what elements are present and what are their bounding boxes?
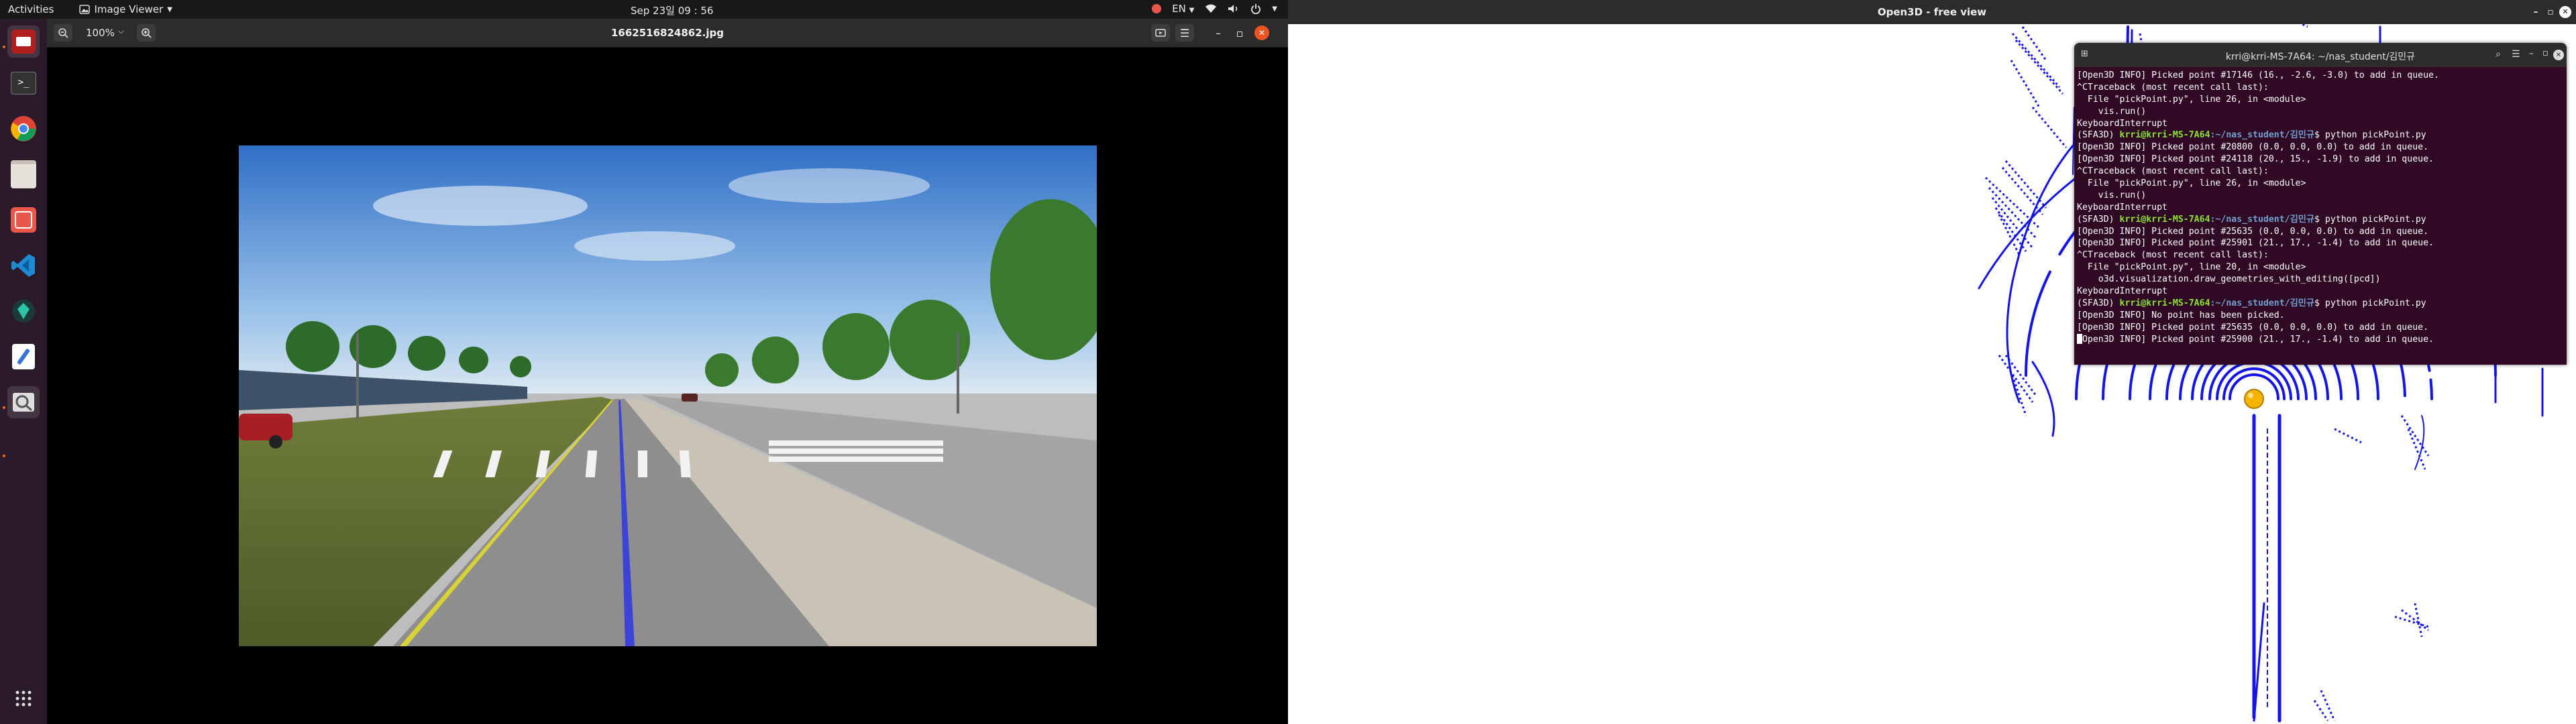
text-editor-icon[interactable] bbox=[7, 341, 40, 373]
terminal-line: (SFA3D) krri@krri-MS-7A64:~/nas_student/… bbox=[2077, 298, 2565, 310]
app-menu-label: Image Viewer bbox=[94, 3, 164, 15]
search-icon[interactable]: ⌕ bbox=[2496, 49, 2501, 60]
window-title: Open3D - free view bbox=[1877, 6, 1987, 18]
show-apps-icon[interactable] bbox=[7, 682, 40, 715]
terminal-line: [Open3D INFO] Picked point #25635 (0.0, … bbox=[2077, 322, 2429, 333]
software-icon[interactable] bbox=[7, 204, 40, 236]
terminal-cursor bbox=[2077, 333, 2082, 344]
terminal-line: File "pickPoint.py", line 26, in <module… bbox=[2077, 178, 2306, 189]
record-icon[interactable] bbox=[1152, 4, 1162, 13]
close-icon: ✕ bbox=[1258, 28, 1266, 38]
vscode-icon[interactable] bbox=[7, 249, 40, 282]
file-name: 1662516824862.jpg bbox=[611, 27, 724, 39]
terminal-line: KeyboardInterrupt bbox=[2077, 118, 2167, 129]
open3d-title-bar[interactable]: Open3D - free view – ▫ ✕ bbox=[1288, 0, 2576, 24]
maximize-button[interactable]: ▫ bbox=[2542, 4, 2559, 20]
terminal-line: KeyboardInterrupt bbox=[2077, 286, 2167, 297]
prompt-env: (SFA3D) bbox=[2077, 130, 2120, 141]
menu-button[interactable]: ☰ bbox=[1175, 24, 1194, 42]
maximize-button[interactable]: ▫ bbox=[2542, 48, 2548, 58]
slideshow-button[interactable] bbox=[1151, 24, 1170, 42]
image-viewer-window: 100% ⌵ 1662516824862.jpg ☰ – ▫ ✕ bbox=[47, 19, 1288, 724]
terminal-line: [Open3D INFO] Picked point #24118 (20., … bbox=[2077, 154, 2434, 165]
language-label: EN bbox=[1172, 3, 1186, 15]
dock: >_ bbox=[0, 19, 48, 724]
image-viewer-icon bbox=[79, 5, 91, 14]
terminal-line: ^CTraceback (most recent call last): bbox=[2077, 250, 2269, 261]
terminal-icon[interactable]: >_ bbox=[7, 67, 40, 99]
prompt-path: :~/nas_student/김민규 bbox=[2210, 214, 2315, 225]
terminal-window[interactable]: ⊞ krri@krri-MS-7A64: ~/nas_student/김민규 ⌕… bbox=[2074, 43, 2567, 365]
terminal-line: (SFA3D) krri@krri-MS-7A64:~/nas_student/… bbox=[2077, 129, 2565, 141]
prompt-user: krri@krri-MS-7A64 bbox=[2119, 298, 2210, 308]
terminal-output[interactable]: [Open3D INFO] Picked point #17146 (16., … bbox=[2077, 70, 2565, 362]
close-button[interactable]: ✕ bbox=[2557, 4, 2573, 20]
prompt-cmd: $ python pickPoint.py bbox=[2314, 298, 2426, 308]
terminal-title: krri@krri-MS-7A64: ~/nas_student/김민규 bbox=[2225, 52, 2416, 62]
terminal-line: ^CTraceback (most recent call last): bbox=[2077, 82, 2269, 93]
terminal-line: vis.run() bbox=[2077, 106, 2147, 117]
prompt-path: :~/nas_student/김민규 bbox=[2210, 298, 2315, 308]
terminal-line: [Open3D INFO] No point has been picked. bbox=[2077, 310, 2285, 320]
language-indicator[interactable]: EN ▼ bbox=[1172, 3, 1194, 15]
maximize-button[interactable]: ▫ bbox=[1230, 24, 1249, 42]
terminal-line: KeyboardInterrupt bbox=[2077, 202, 2167, 213]
terminal-header[interactable]: ⊞ krri@krri-MS-7A64: ~/nas_student/김민규 ⌕… bbox=[2074, 43, 2567, 67]
slideshow-icon bbox=[1155, 29, 1166, 37]
clock[interactable]: Sep 23일 09 : 56 bbox=[631, 3, 713, 17]
close-button[interactable]: ✕ bbox=[2553, 50, 2564, 60]
image-viewer-icon[interactable] bbox=[7, 386, 40, 418]
minimize-button[interactable]: – bbox=[2528, 4, 2544, 20]
close-icon: ✕ bbox=[2559, 6, 2571, 18]
hamburger-icon: ☰ bbox=[1179, 26, 1190, 40]
network-icon[interactable] bbox=[1205, 4, 1217, 13]
terminal-line: File "pickPoint.py", line 20, in <module… bbox=[2077, 262, 2306, 273]
minimize-button[interactable]: – bbox=[1209, 24, 1228, 42]
viewer-header: 100% ⌵ 1662516824862.jpg ☰ – ▫ ✕ bbox=[47, 19, 1288, 48]
running-indicator bbox=[3, 455, 5, 457]
volume-icon[interactable] bbox=[1228, 4, 1240, 13]
chevron-down-icon[interactable]: ▼ bbox=[1272, 5, 1277, 13]
top-bar: Activities Image Viewer ▼ Sep 23일 09 : 5… bbox=[0, 0, 1288, 19]
files-icon[interactable] bbox=[7, 158, 40, 190]
app-menu[interactable]: Image Viewer ▼ bbox=[79, 3, 172, 15]
prompt-user: krri@krri-MS-7A64 bbox=[2119, 214, 2210, 225]
terminal-line: [Open3D INFO] Picked point #25635 (0.0, … bbox=[2077, 226, 2429, 237]
power-icon[interactable] bbox=[1250, 3, 1261, 14]
terminal-line: (SFA3D) krri@krri-MS-7A64:~/nas_student/… bbox=[2077, 214, 2565, 226]
chrome-icon[interactable] bbox=[7, 113, 40, 145]
terminal-line: vis.run() bbox=[2077, 190, 2147, 200]
terminal-line: [Open3D INFO] Picked point #25900 (21., … bbox=[2077, 334, 2434, 345]
activities-button[interactable]: Activities bbox=[8, 3, 54, 15]
terminal-line: [Open3D INFO] Picked point #17146 (16., … bbox=[2077, 70, 2439, 80]
prompt-env: (SFA3D) bbox=[2077, 298, 2120, 308]
prompt-cmd: $ python pickPoint.py bbox=[2314, 214, 2426, 225]
system-tray[interactable]: EN ▼ ▼ bbox=[1152, 3, 1277, 15]
minimize-button[interactable]: – bbox=[2529, 48, 2534, 59]
prompt-env: (SFA3D) bbox=[2077, 214, 2120, 225]
running-indicator bbox=[3, 46, 5, 48]
terminal-line: [Open3D INFO] Picked point #25901 (21., … bbox=[2077, 238, 2434, 249]
close-button[interactable]: ✕ bbox=[1254, 25, 1269, 40]
app-icon[interactable] bbox=[7, 295, 40, 327]
terminal-line: File "pickPoint.py", line 26, in <module… bbox=[2077, 94, 2306, 105]
chevron-down-icon: ▼ bbox=[167, 5, 172, 13]
prompt-cmd: $ python pickPoint.py bbox=[2314, 130, 2426, 141]
terminal-line: ^CTraceback (most recent call last): bbox=[2077, 166, 2269, 177]
hamburger-icon[interactable]: ☰ bbox=[2512, 49, 2520, 60]
running-indicator bbox=[3, 406, 5, 409]
terminal-line: o3d.visualization.draw_geometries_with_e… bbox=[2077, 274, 2381, 285]
chevron-down-icon: ▼ bbox=[1189, 7, 1195, 14]
prompt-path: :~/nas_student/김민규 bbox=[2210, 130, 2315, 141]
video-app-icon[interactable] bbox=[7, 25, 40, 58]
displayed-image[interactable] bbox=[239, 145, 1097, 646]
prompt-user: krri@krri-MS-7A64 bbox=[2119, 130, 2210, 141]
terminal-line: [Open3D INFO] Picked point #20800 (0.0, … bbox=[2077, 142, 2429, 153]
